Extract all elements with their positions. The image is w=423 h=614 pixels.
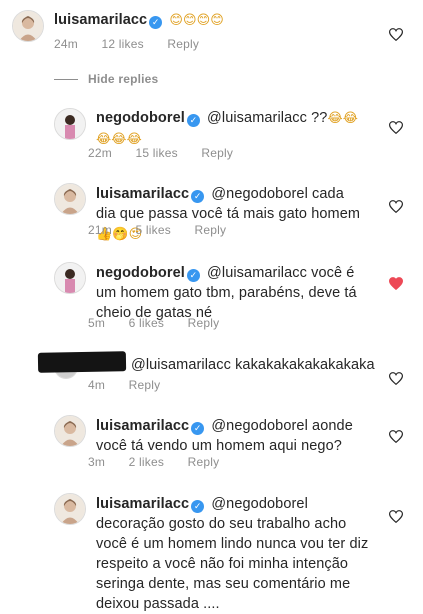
comment-meta: 22m 15 likes Reply	[88, 146, 253, 160]
like-heart-icon[interactable]	[389, 372, 403, 385]
avatar[interactable]	[54, 262, 86, 294]
avatar[interactable]	[54, 415, 86, 447]
verified-badge-icon: ✓	[186, 114, 200, 127]
reply-button[interactable]: Reply	[201, 146, 233, 160]
comment-text: kakakakakakakakaka	[235, 357, 375, 373]
timestamp: 5m	[88, 316, 106, 330]
like-heart-icon[interactable]	[389, 430, 403, 443]
avatar-image	[55, 494, 85, 524]
like-heart-icon[interactable]	[389, 510, 403, 523]
comment-body: luisamarilacc ✓ 😊😊😊😊	[54, 10, 374, 31]
comment-meta: 3m 2 likes Reply	[88, 455, 239, 469]
avatar-image	[55, 416, 85, 446]
hide-replies-label: Hide replies	[88, 72, 159, 86]
reply-button[interactable]: Reply	[188, 316, 220, 330]
reply-button[interactable]: Reply	[188, 455, 220, 469]
timestamp: 22m	[88, 146, 112, 160]
avatar-image	[13, 11, 43, 41]
comment-body: luisamarilacc ✓ @negodoborel aonde você t…	[96, 416, 371, 456]
reply-button[interactable]: Reply	[129, 378, 161, 392]
likes-count[interactable]: 2 likes	[129, 455, 164, 469]
comment-body: luisamarilacc ✓ @negodoborel decoração go…	[96, 494, 378, 614]
comment-meta: 4m Reply	[88, 378, 180, 392]
likes-count[interactable]: 5 likes	[136, 223, 171, 237]
emoji-text: 😊😊😊😊	[169, 13, 224, 28]
reply-button[interactable]: Reply	[194, 223, 226, 237]
like-heart-icon[interactable]	[389, 200, 403, 213]
username[interactable]: luisamarilacc	[96, 496, 189, 512]
username[interactable]: negodoborel	[96, 265, 185, 281]
redacted-username	[37, 351, 127, 373]
avatar-image	[55, 263, 85, 293]
mention-link[interactable]: @luisamarilacc	[131, 357, 231, 373]
avatar[interactable]	[54, 183, 86, 215]
like-heart-icon[interactable]	[389, 28, 403, 41]
username[interactable]: negodoborel	[96, 110, 185, 126]
likes-count[interactable]: 6 likes	[129, 316, 164, 330]
mention-link[interactable]: @negodoborel	[211, 186, 308, 202]
comment-meta: 24m 12 likes Reply	[54, 37, 219, 51]
verified-badge-icon: ✓	[191, 422, 205, 435]
mention-link[interactable]: @negodoborel	[211, 496, 308, 512]
like-heart-icon[interactable]	[389, 121, 403, 134]
avatar[interactable]	[12, 10, 44, 42]
username[interactable]: luisamarilacc	[96, 186, 189, 202]
comment-meta: 5m 6 likes Reply	[88, 316, 239, 330]
timestamp: 3m	[88, 455, 106, 469]
verified-badge-icon: ✓	[191, 190, 205, 203]
mention-link[interactable]: @negodoborel	[211, 418, 308, 434]
verified-badge-icon: ✓	[149, 16, 163, 29]
likes-count[interactable]: 15 likes	[136, 146, 178, 160]
mention-link[interactable]: @luisamarilacc	[207, 265, 307, 281]
comment-meta: 21m 5 likes Reply	[88, 223, 246, 237]
comment-body: negodoborel ✓ @luisamarilacc você é um ho…	[96, 263, 371, 323]
divider-line	[54, 79, 78, 81]
avatar[interactable]	[54, 108, 86, 140]
username[interactable]: luisamarilacc	[96, 418, 189, 434]
mention-link[interactable]: @luisamarilacc	[207, 110, 307, 126]
comment-text: ??	[311, 110, 328, 126]
reply-button[interactable]: Reply	[167, 37, 199, 51]
comment-text: decoração gosto do seu trabalho acho voc…	[96, 516, 369, 612]
comment-body: negodoborel ✓ @luisamarilacc ??😂😂😂😂😂	[96, 108, 366, 150]
timestamp: 21m	[88, 223, 112, 237]
timestamp: 4m	[88, 378, 106, 392]
comment-body: @luisamarilacc kakakakakakakakaka	[131, 355, 391, 375]
likes-count[interactable]: 12 likes	[102, 37, 144, 51]
like-heart-icon-filled[interactable]	[389, 277, 403, 290]
hide-replies-button[interactable]: Hide replies	[54, 72, 158, 86]
username[interactable]: luisamarilacc	[54, 12, 147, 28]
timestamp: 24m	[54, 37, 78, 51]
verified-badge-icon: ✓	[186, 269, 200, 282]
avatar-image	[55, 109, 85, 139]
avatar-image	[55, 184, 85, 214]
avatar[interactable]	[54, 493, 86, 525]
verified-badge-icon: ✓	[191, 500, 205, 513]
